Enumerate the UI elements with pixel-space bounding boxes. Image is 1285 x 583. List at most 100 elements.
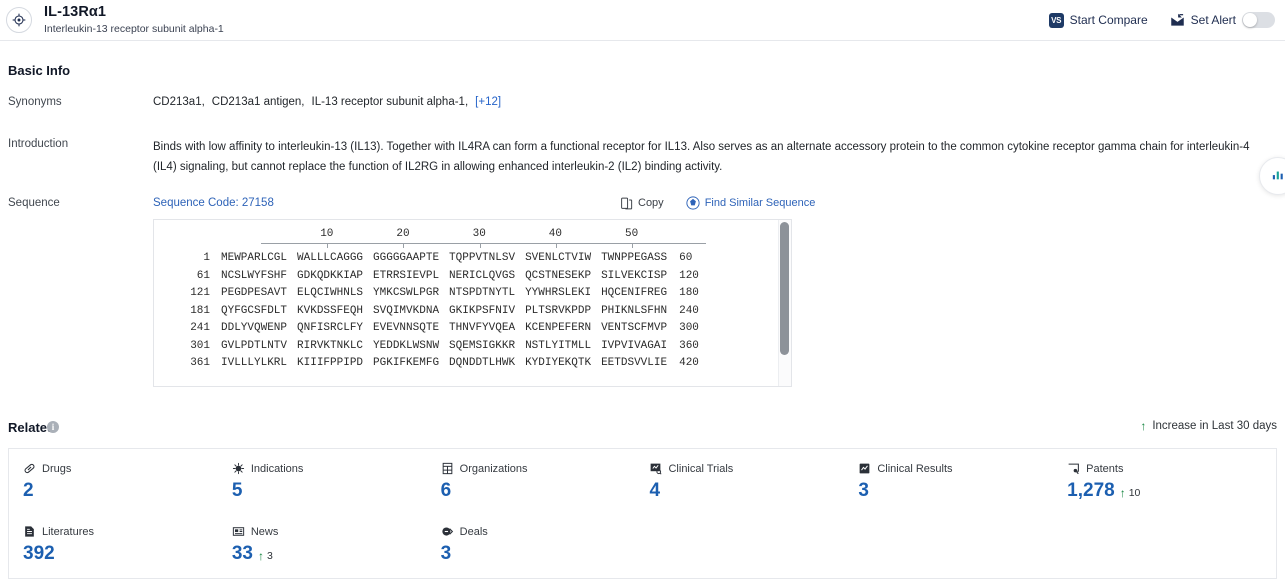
related-card-value: 2 <box>23 480 34 501</box>
related-card-patents[interactable]: Patents 1,278 ↑ 10 <box>1067 462 1276 525</box>
page-root: IL-13Rα1 Interleukin-13 receptor subunit… <box>0 0 1285 583</box>
sequence-content: 10 20 30 40 50 1 MEWPARLCGL WALLLCAGGG GGGGGAAP… <box>154 220 778 386</box>
increase-legend: ↑ Increase in Last 30 days <box>1140 420 1277 432</box>
sequence-row-chunks: PEGDPESAVT ELQCIWHNLS YMKCSWLPGR NTSPDTNYTL… <box>221 287 667 299</box>
page-title: IL-13Rα1 <box>44 4 107 20</box>
related-card-value-row: 2 <box>23 480 232 502</box>
sequence-row-end: 180 <box>679 287 699 299</box>
related-card-delta: ↑ 10 <box>1120 487 1141 499</box>
increase-legend-label: Increase in Last 30 days <box>1152 420 1277 432</box>
related-card-label: News <box>250 525 279 538</box>
sequence-chunk: ETRRSIEVPL <box>373 269 440 282</box>
related-card-deals[interactable]: Deals 3 <box>441 525 650 583</box>
sequence-chunk: GDKQDKKIAP <box>297 269 364 282</box>
related-card-head: Literatures <box>23 525 232 538</box>
clinical-result-icon <box>858 462 871 475</box>
sequence-row-chunks: QYFGCSFDLT KVKDSSFEQH SVQIMVKDNA GKIKPSFNIV… <box>221 305 667 317</box>
related-card-value: 6 <box>440 480 452 501</box>
target-crosshair-icon <box>6 7 32 33</box>
sequence-chunk: QYFGCSFDLT <box>221 304 288 317</box>
related-card-drugs[interactable]: Drugs 2 <box>23 462 232 525</box>
related-card-delta-value: 3 <box>266 550 273 562</box>
sequence-chunk: YYWHRSLEKI <box>525 287 592 299</box>
info-icon[interactable]: i <box>47 421 59 433</box>
sequence-chunk: SILVEKCISP <box>601 269 668 282</box>
related-card-value: 5 <box>231 480 243 501</box>
related-card-value-row: 4 <box>649 480 858 502</box>
related-card-organizations[interactable]: Organizations 6 <box>441 462 650 525</box>
synonym-item: CD213a1, <box>153 96 205 108</box>
synonyms-label: Synonyms <box>8 96 62 108</box>
find-similar-label: Find Similar Sequence <box>704 197 816 209</box>
copy-label: Copy <box>638 197 664 209</box>
clinical-trial-icon <box>649 462 663 475</box>
related-card-head: Patents <box>1067 462 1276 475</box>
related-card-head: Indications <box>232 462 441 475</box>
sequence-row: 61 NCSLWYFSHF GDKQDKKIAP ETRRSIEVPL NERICLQV… <box>154 270 778 288</box>
related-card-label: Patents <box>1086 462 1124 475</box>
related-card-delta-value: 10 <box>1128 487 1141 499</box>
sequence-chunk: QCSTNESEKP <box>525 269 592 282</box>
building-icon <box>441 462 454 475</box>
sequence-row-chunks: NCSLWYFSHF GDKQDKKIAP ETRRSIEVPL NERICLQVGS… <box>221 270 667 282</box>
up-arrow-icon: ↑ <box>1119 486 1126 500</box>
sequence-ruler: 10 20 30 40 50 <box>154 220 778 252</box>
sequence-scrollbar-thumb[interactable] <box>780 222 789 355</box>
set-alert-toggle[interactable] <box>1242 12 1275 28</box>
sequence-row-chunks: IVLLLYLKRL KIIIFPPIPD PGKIFKEMFG DQNDDTLHWK… <box>221 357 667 369</box>
synonym-item: IL-13 receptor subunit alpha-1, <box>311 96 469 108</box>
related-card-literatures[interactable]: Literatures 392 <box>23 525 232 583</box>
related-card-label: Literatures <box>42 525 94 538</box>
synonyms-more-link[interactable]: [+12] <box>475 96 501 108</box>
sequence-chunk: YMKCSWLPGR <box>373 287 440 299</box>
patent-icon <box>1067 462 1080 475</box>
sequence-row-start: 1 <box>203 252 210 264</box>
related-card-clinical-results[interactable]: Clinical Results 3 <box>858 462 1067 525</box>
sequence-code-link[interactable]: Sequence Code: 27158 <box>153 197 274 209</box>
sequence-chunk: KVKDSSFEQH <box>297 304 364 317</box>
related-card-clinical-trials[interactable]: Clinical Trials 4 <box>649 462 858 525</box>
related-card-label: Clinical Trials <box>668 462 734 475</box>
chat-assistant-button[interactable] <box>1259 157 1285 195</box>
sequence-chunk: NCSLWYFSHF <box>221 269 288 282</box>
related-card-value-row: 3 <box>858 480 1067 502</box>
start-compare-button[interactable]: VS Start Compare <box>1048 12 1148 28</box>
related-card-delta: ↑ 3 <box>258 550 273 562</box>
sequence-chunk: DQNDDTLHWK <box>449 357 516 369</box>
find-similar-icon <box>686 196 700 210</box>
related-card-news[interactable]: News 33 ↑ 3 <box>232 525 441 583</box>
basic-info-heading: Basic Info <box>8 63 71 78</box>
sequence-chunk: IVLLLYLKRL <box>221 357 288 369</box>
introduction-label: Introduction <box>8 138 69 150</box>
sequence-row-end: 420 <box>679 357 699 369</box>
sequence-chunk: NSTLYITMLL <box>525 339 592 352</box>
sequence-row: 241 DDLYVQWENP QNFISRCLFY EVEVNNSQTE THNVFYV… <box>154 322 778 340</box>
literature-icon <box>23 525 36 538</box>
copy-button[interactable]: Copy <box>620 197 664 210</box>
sequence-chunk: NTSPDTNYTL <box>449 287 516 299</box>
sequence-chunk: HQCENIFREG <box>601 287 668 299</box>
news-icon <box>232 525 245 538</box>
sequence-chunk: GVLPDTLNTV <box>221 339 288 352</box>
virus-icon <box>232 462 245 475</box>
find-similar-sequence-button[interactable]: Find Similar Sequence <box>686 196 816 210</box>
pill-icon <box>23 462 36 475</box>
ruler-tick <box>555 243 557 248</box>
sequence-chunk: RIRVKTNKLC <box>297 339 364 352</box>
sequence-scrollbar-track[interactable] <box>778 220 791 386</box>
related-panel: Drugs 2 Indications 5 Organizations 6 Clinical… <box>8 448 1277 579</box>
set-alert-button[interactable]: Set Alert <box>1170 12 1275 28</box>
sequence-chunk: QNFISRCLFY <box>297 322 364 334</box>
related-card-indications[interactable]: Indications 5 <box>232 462 441 525</box>
related-card-label: Drugs <box>42 462 72 475</box>
up-arrow-icon: ↑ <box>1140 419 1147 433</box>
sequence-viewer[interactable]: 10 20 30 40 50 1 MEWPARLCGL WALLLCAGGG GGGGGAAP… <box>153 219 792 387</box>
header-titles: IL-13Rα1 Interleukin-13 receptor subunit… <box>44 4 224 36</box>
set-alert-label: Set Alert <box>1190 13 1236 27</box>
page-header: IL-13Rα1 Interleukin-13 receptor subunit… <box>0 0 1285 41</box>
sequence-chunk: KCENPEFERN <box>525 322 592 334</box>
copy-icon <box>621 197 633 209</box>
sequence-row: 121 PEGDPESAVT ELQCIWHNLS YMKCSWLPGR NTSPDTN… <box>154 287 778 305</box>
sequence-chunk: PEGDPESAVT <box>221 287 288 299</box>
sequence-row-start: 361 <box>190 357 210 369</box>
